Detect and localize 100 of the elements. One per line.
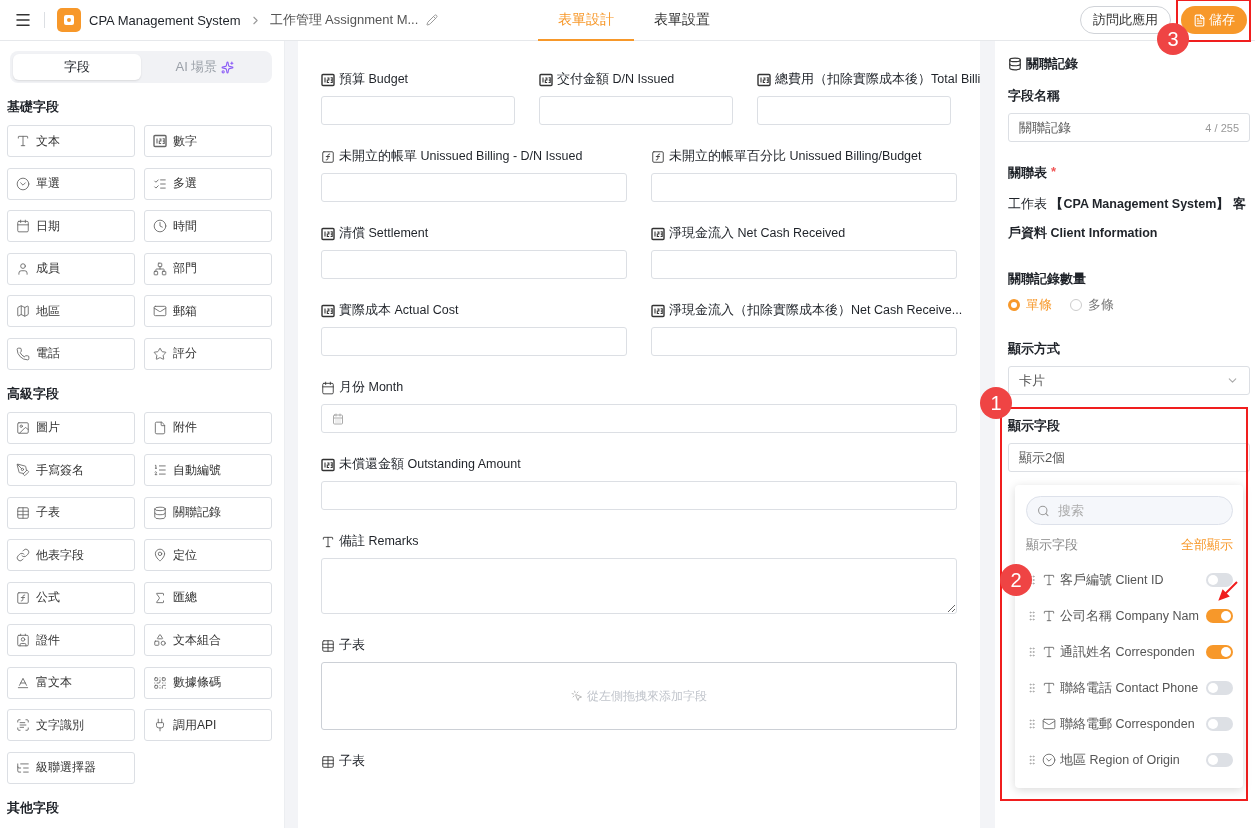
function-icon <box>651 149 665 164</box>
drag-handle-icon[interactable] <box>1026 682 1038 694</box>
input-field[interactable] <box>651 327 957 356</box>
field-type-item[interactable]: 成員 <box>7 252 135 285</box>
required-mark: * <box>1051 164 1057 181</box>
field-type-item[interactable]: 時間 <box>144 210 272 242</box>
map-pin-icon <box>153 548 167 562</box>
org-chart-icon <box>153 261 167 276</box>
phone-icon <box>16 346 30 361</box>
field-type-item[interactable]: 地區 <box>7 295 135 327</box>
search-field[interactable]: 搜索 <box>1026 496 1233 525</box>
radio-option[interactable]: 多條 <box>1070 296 1114 314</box>
letter-a-icon <box>1042 681 1056 695</box>
toggle-switch[interactable] <box>1206 645 1233 659</box>
section-title: 其他字段 <box>7 798 60 817</box>
text-area[interactable] <box>321 558 957 614</box>
field-type-item[interactable]: 匯總 <box>144 581 272 614</box>
field-type-item[interactable]: 自動編號 <box>144 454 272 486</box>
display-mode-select[interactable]: 卡片 <box>1008 366 1250 395</box>
input-field[interactable] <box>651 173 957 202</box>
page-name[interactable]: 工作管理 Assignment M... <box>269 11 419 29</box>
drag-handle-icon[interactable] <box>1026 646 1038 658</box>
field-type-item[interactable]: 富文本 <box>7 666 135 699</box>
app-name[interactable]: CPA Management System <box>89 12 241 28</box>
field-type-item[interactable]: 圖片 <box>7 411 135 444</box>
field-label: 淨現金流入 Net Cash Received <box>669 225 846 242</box>
field-type-item[interactable]: 數字 <box>144 125 272 157</box>
field-type-item[interactable]: 文本組合 <box>144 624 272 656</box>
field-type-item[interactable]: 數據條碼 <box>144 666 272 699</box>
popover-header: 顯示字段 <box>1026 537 1078 554</box>
date-field[interactable] <box>321 404 957 433</box>
field-label: 實際成本 Actual Cost <box>339 302 459 319</box>
field-type-item[interactable]: 電話 <box>7 337 135 370</box>
field-label: 未開立的帳單百分比 Unissued Billing/Budget <box>669 148 922 165</box>
field-type-item[interactable]: 郵箱 <box>144 295 272 327</box>
table-icon <box>321 754 335 769</box>
field-type-item[interactable]: 級聯選擇器 <box>7 751 135 784</box>
field-label: 未開立的帳單 Unissued Billing - D/N Issued <box>339 148 583 165</box>
field-type-item[interactable]: 日期 <box>7 210 135 242</box>
input-field[interactable] <box>321 173 627 202</box>
number-icon <box>539 72 553 87</box>
letter-a-icon <box>1042 645 1056 659</box>
drag-handle-icon[interactable] <box>1026 718 1038 730</box>
input-field[interactable] <box>321 250 627 279</box>
shapes-icon <box>153 633 167 647</box>
field-option-label: 聯絡電郵 Corresponden <box>1060 715 1196 733</box>
plug-icon <box>153 718 167 732</box>
field-type-item[interactable]: 文字識別 <box>7 709 135 741</box>
field-type-item[interactable]: 他表字段 <box>7 539 135 571</box>
drag-handle-icon[interactable] <box>1026 754 1038 766</box>
input-field[interactable] <box>757 96 951 125</box>
field-type-item[interactable]: 附件 <box>144 411 272 444</box>
input-field[interactable] <box>321 327 627 356</box>
field-option-label: 通訊姓名 Corresponden <box>1060 643 1196 661</box>
field-type-item[interactable]: 公式 <box>7 581 135 614</box>
input-field[interactable] <box>539 96 733 125</box>
input-field[interactable] <box>321 481 957 510</box>
scan-text-icon <box>16 718 30 732</box>
field-type-item[interactable]: 多選 <box>144 167 272 200</box>
field-option-label: 公司名稱 Company Nam <box>1060 607 1200 625</box>
field-label: 交付金額 D/N Issued <box>557 71 675 88</box>
function-icon <box>16 590 30 605</box>
database-icon <box>1008 57 1022 71</box>
field-type-item[interactable]: 文本 <box>7 125 135 157</box>
display-fields-select[interactable]: 顯示2個 <box>1008 443 1250 472</box>
star-icon <box>153 346 167 361</box>
field-type-item[interactable]: 定位 <box>144 539 272 571</box>
field-label: 總費用（扣除實際成本後）Total Billi <box>775 71 981 88</box>
palette-tab[interactable]: 字段 <box>13 54 141 80</box>
toggle-switch[interactable] <box>1206 573 1233 587</box>
field-type-item[interactable]: 關聯記錄 <box>144 496 272 529</box>
field-label: 清償 Settlement <box>339 225 429 242</box>
field-label: 淨現金流入（扣除實際成本後）Net Cash Receive... <box>669 302 963 319</box>
file-icon <box>153 420 167 435</box>
toggle-switch[interactable] <box>1206 753 1233 767</box>
menu-icon[interactable] <box>14 11 32 29</box>
drag-handle-icon[interactable] <box>1026 610 1038 622</box>
field-type-item[interactable]: 部門 <box>144 252 272 285</box>
top-tab[interactable]: 表單設置 <box>634 0 730 41</box>
input-field[interactable] <box>321 96 515 125</box>
cursor-icon <box>571 690 583 702</box>
field-type-item[interactable]: 單選 <box>7 167 135 200</box>
field-type-item[interactable]: 手寫簽名 <box>7 454 135 486</box>
toggle-switch[interactable] <box>1206 609 1233 623</box>
edit-icon[interactable] <box>426 14 439 26</box>
qr-code-icon <box>153 675 167 690</box>
sigma-icon <box>153 590 167 605</box>
field-type-item[interactable]: 調用API <box>144 709 272 741</box>
field-type-item[interactable]: 子表 <box>7 496 135 529</box>
search-input[interactable]: 搜索 <box>1055 502 1222 519</box>
number-icon <box>321 72 335 87</box>
toggle-switch[interactable] <box>1206 681 1233 695</box>
toggle-switch[interactable] <box>1206 717 1233 731</box>
section-title: 高級字段 <box>7 384 60 403</box>
field-type-item[interactable]: 證件 <box>7 624 135 656</box>
field-name-input[interactable]: 關聯記錄 4 / 255 <box>1008 113 1250 142</box>
letter-a-icon <box>16 134 30 148</box>
input-field[interactable] <box>651 250 957 279</box>
property-label: 字段名稱 <box>1008 87 1060 105</box>
field-type-item[interactable]: 評分 <box>144 337 272 370</box>
